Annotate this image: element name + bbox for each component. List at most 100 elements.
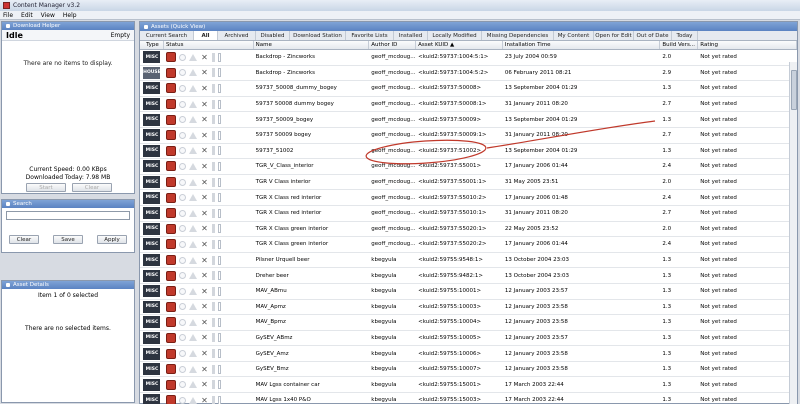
- clear-download-button[interactable]: Clear: [72, 183, 112, 192]
- search-clear-button[interactable]: Clear: [9, 235, 39, 244]
- tab-favorite-lists[interactable]: Favorite Lists: [346, 31, 394, 40]
- checkbox-status-icon[interactable]: [217, 349, 221, 359]
- start-button[interactable]: Start: [26, 183, 66, 192]
- menu-edit[interactable]: Edit: [21, 12, 33, 19]
- table-row[interactable]: MISC ✕ Backdrop - Zincworks geoff_mcdoug...…: [140, 50, 797, 66]
- checkbox-status-icon[interactable]: [217, 224, 221, 234]
- table-row[interactable]: MISC ✕ GySEV_ABmz kbegyula <kuid2:59755:1000…: [140, 331, 797, 347]
- archive-status-icon: [211, 193, 215, 203]
- checkbox-status-icon[interactable]: [217, 364, 221, 374]
- warning-status-icon: [188, 209, 197, 217]
- assets-header[interactable]: Assets (Quick View): [140, 22, 797, 31]
- open-edit-status-icon: [178, 209, 186, 217]
- table-row[interactable]: MISC ✕ TGR X Class green interior geoff_mcd…: [140, 237, 797, 253]
- table-row[interactable]: MISC ✕ MAV_ABmu kbegyula <kuid2:59755:10001>…: [140, 284, 797, 300]
- table-row[interactable]: MISC ✕ 59737_50009_bogey geoff_mcdoug... <ku…: [140, 112, 797, 128]
- archive-status-icon: [211, 333, 215, 343]
- column-installation-time[interactable]: Installation Time: [503, 41, 661, 49]
- table-row[interactable]: MISC ✕ TGR X Class green interior geoff_mcd…: [140, 222, 797, 238]
- scrollbar-thumb[interactable]: [791, 70, 797, 110]
- column-build-version[interactable]: Build Vers...: [660, 41, 699, 49]
- checkbox-status-icon[interactable]: [217, 161, 221, 171]
- column-rating[interactable]: Rating: [698, 41, 797, 49]
- checkbox-status-icon[interactable]: [217, 380, 221, 390]
- tab-today[interactable]: Today: [672, 31, 698, 40]
- checkbox-status-icon[interactable]: [217, 333, 221, 343]
- table-row[interactable]: MISC ✕ TGR V Class interior geoff_mcdoug...…: [140, 175, 797, 191]
- table-row[interactable]: MISC ✕ 59737 50008 dummy bogey geoff_mcdoug…: [140, 97, 797, 113]
- checkbox-status-icon[interactable]: [217, 115, 221, 125]
- table-row[interactable]: MISC ✕ MAV_Apmz kbegyula <kuid2:59755:10003>…: [140, 300, 797, 316]
- table-row[interactable]: MISC ✕ TGR X Class red interior geoff_mcdou…: [140, 190, 797, 206]
- tab-archived[interactable]: Archived: [218, 31, 256, 40]
- author-cell: geoff_mcdoug...: [371, 194, 416, 201]
- table-row[interactable]: MISC ✕ MAV_Bpmz kbegyula <kuid2:59755:10004>…: [140, 315, 797, 331]
- tab-locally-modified[interactable]: Locally Modified: [428, 31, 482, 40]
- tab-download-station[interactable]: Download Station: [290, 31, 346, 40]
- checkbox-status-icon[interactable]: [217, 146, 221, 156]
- menu-view[interactable]: View: [41, 12, 55, 19]
- checkbox-status-icon[interactable]: [217, 208, 221, 218]
- table-row[interactable]: MISC ✕ MAV Lgss 1x40 P&O kbegyula <kuid2:597…: [140, 393, 797, 404]
- checkbox-status-icon[interactable]: [217, 286, 221, 296]
- table-row[interactable]: MISC ✕ MAV Lgss container car kbegyula <kuid…: [140, 377, 797, 394]
- installed-status-icon: [165, 83, 176, 94]
- column-status[interactable]: Status: [164, 41, 254, 49]
- vertical-scrollbar[interactable]: [789, 62, 797, 404]
- table-row[interactable]: MISC ✕ 59737_50008_dummy_bogey geoff_mcdoug…: [140, 81, 797, 97]
- tab-open-for-edit[interactable]: Open for Edit: [594, 31, 634, 40]
- installed-status-icon: [165, 286, 176, 297]
- tools-icon: ✕: [201, 146, 208, 156]
- checkbox-status-icon[interactable]: [217, 395, 221, 404]
- table-row[interactable]: MISC ✕ TGR X Class red interior geoff_mcdou…: [140, 206, 797, 222]
- menu-help[interactable]: Help: [63, 12, 77, 19]
- kuid-cell: <kuid2:59755:15001>: [418, 381, 482, 388]
- build-version-cell: 1.3: [662, 366, 672, 373]
- download-helper-header[interactable]: Download Helper: [2, 22, 134, 30]
- table-row[interactable]: HOUSE ✕ Backdrop - Zincworks geoff_mcdoug..…: [140, 66, 797, 82]
- checkbox-status-icon[interactable]: [217, 83, 221, 93]
- checkbox-status-icon[interactable]: [217, 317, 221, 327]
- column-name[interactable]: Name: [254, 41, 370, 49]
- asset-details-header[interactable]: Asset Details: [2, 281, 134, 289]
- asset-type-icon: MISC: [143, 82, 161, 95]
- tab-my-content[interactable]: My Content: [554, 31, 594, 40]
- column-author[interactable]: Author ID: [369, 41, 417, 49]
- checkbox-status-icon[interactable]: [217, 130, 221, 140]
- menu-file[interactable]: File: [3, 12, 13, 19]
- author-cell: geoff_mcdoug...: [371, 225, 416, 232]
- checkbox-status-icon[interactable]: [217, 239, 221, 249]
- checkbox-status-icon[interactable]: [217, 68, 221, 78]
- search-input[interactable]: [6, 211, 130, 220]
- warning-status-icon: [188, 131, 197, 139]
- search-save-button[interactable]: Save: [53, 235, 83, 244]
- checkbox-status-icon[interactable]: [217, 52, 221, 62]
- tab-out-of-date[interactable]: Out of Date: [634, 31, 672, 40]
- tab-disabled[interactable]: Disabled: [256, 31, 290, 40]
- checkbox-status-icon[interactable]: [217, 302, 221, 312]
- table-row[interactable]: MISC ✕ Pilsner Urquell beer kbegyula <kuid2:…: [140, 253, 797, 269]
- status-cell: ✕: [164, 145, 254, 156]
- checkbox-status-icon[interactable]: [217, 193, 221, 203]
- table-row[interactable]: MISC ✕ 59737_51002 geoff_mcdoug... <kuid2:59…: [140, 144, 797, 160]
- tab-installed[interactable]: Installed: [394, 31, 428, 40]
- checkbox-status-icon[interactable]: [217, 271, 221, 281]
- checkbox-status-icon[interactable]: [217, 177, 221, 187]
- table-row[interactable]: MISC ✕ GySEV_Amz kbegyula <kuid2:59755:10006…: [140, 346, 797, 362]
- table-row[interactable]: MISC ✕ GySEV_Bmz kbegyula <kuid2:59755:10007…: [140, 362, 797, 378]
- checkbox-status-icon[interactable]: [217, 255, 221, 265]
- column-kuid[interactable]: Asset KUID ▲: [416, 41, 503, 49]
- table-row[interactable]: MISC ✕ 59737 50009 bogey geoff_mcdoug... <ku…: [140, 128, 797, 144]
- tab-missing-dependencies[interactable]: Missing Dependencies: [482, 31, 554, 40]
- table-row[interactable]: MISC ✕ TGR_V_Class_interior geoff_mcdoug...…: [140, 159, 797, 175]
- search-header[interactable]: Search: [2, 200, 134, 208]
- table-row[interactable]: MISC ✕ Dreher beer kbegyula <kuid2:59755:948…: [140, 268, 797, 284]
- search-apply-button[interactable]: Apply: [97, 235, 127, 244]
- kuid-cell: <kuid2:59737:55001>: [418, 163, 482, 170]
- downloaded-today: Downloaded Today: 7.98 MB: [25, 174, 111, 181]
- checkbox-status-icon[interactable]: [217, 99, 221, 109]
- tab-all[interactable]: All: [194, 31, 218, 40]
- column-type[interactable]: Type: [140, 41, 164, 49]
- rating-cell: Not yet rated: [700, 303, 737, 310]
- tab-current-search[interactable]: Current Search: [140, 31, 194, 40]
